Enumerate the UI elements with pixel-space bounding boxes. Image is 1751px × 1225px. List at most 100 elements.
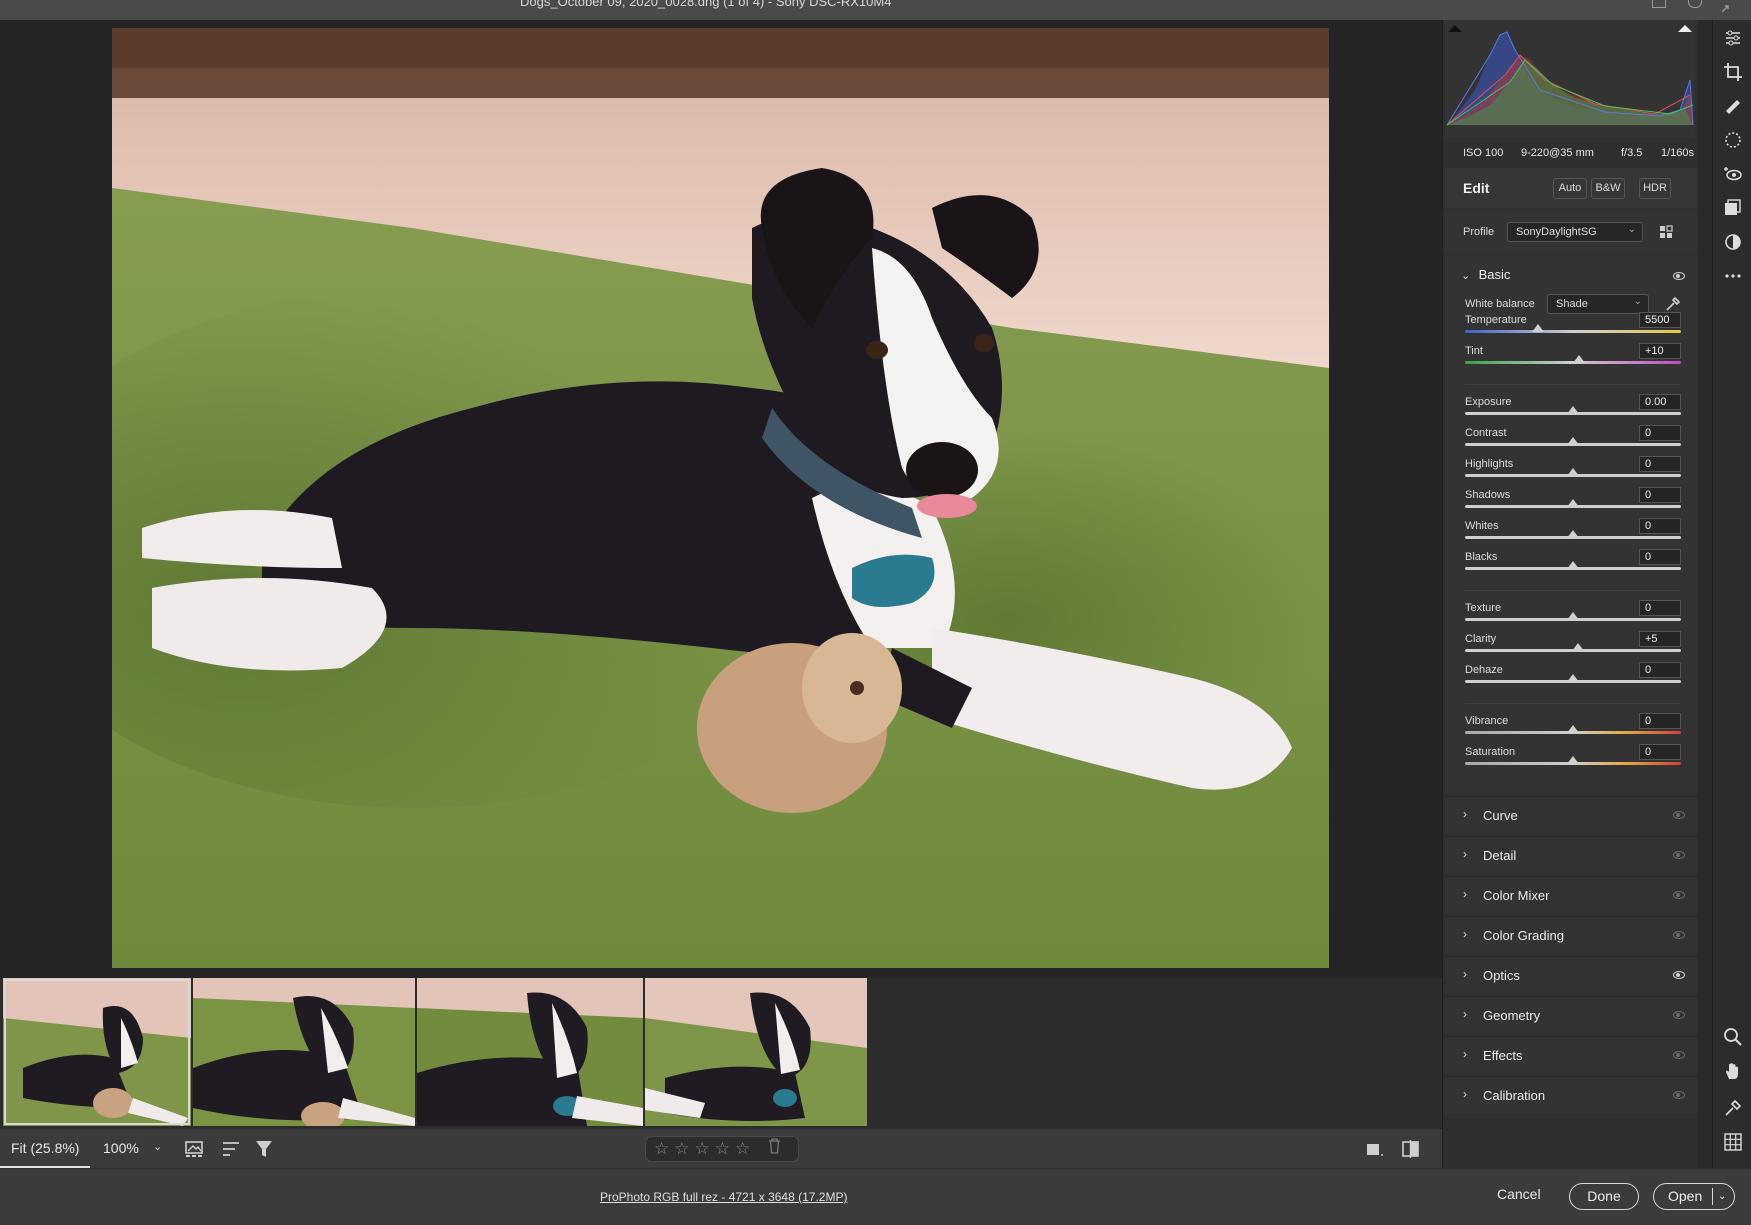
section-curve-eye-icon[interactable]	[1673, 811, 1685, 819]
texture-slider-handle[interactable]	[1567, 612, 1579, 620]
section-curve[interactable]: › Curve	[1445, 796, 1697, 834]
settings-icon[interactable]	[1688, 0, 1702, 8]
share-icon[interactable]	[1652, 0, 1666, 8]
contrast-slider-handle[interactable]	[1567, 437, 1579, 445]
saturation-label: Saturation	[1465, 746, 1516, 758]
section-optics-eye-icon[interactable]	[1673, 971, 1685, 979]
whites-slider-handle[interactable]	[1567, 530, 1579, 538]
temperature-slider-track[interactable]	[1465, 330, 1681, 333]
section-calibration[interactable]: › Calibration	[1445, 1076, 1697, 1114]
healing-brush-icon[interactable]	[1723, 96, 1743, 116]
whites-value-field[interactable]: 0	[1639, 518, 1681, 534]
single-view-icon[interactable]	[1364, 1139, 1386, 1159]
section-color-grading-eye-icon[interactable]	[1673, 931, 1685, 939]
edit-panel: ISO 100 9-220@35 mm f/3.5 1/160s Edit Au…	[1442, 20, 1698, 1168]
open-options-chevron-icon[interactable]: ⌄	[1718, 1184, 1726, 1209]
white-balance-select[interactable]: Shade ⌄	[1547, 294, 1649, 314]
crop-icon[interactable]	[1723, 62, 1743, 82]
clarity-slider-handle[interactable]	[1572, 643, 1585, 651]
zoom-dropdown-icon[interactable]: ⌄	[153, 1140, 162, 1153]
trash-icon[interactable]	[768, 1138, 781, 1154]
filmstrip-thumb-3[interactable]	[417, 978, 643, 1126]
temperature-value-field[interactable]: 5500	[1639, 312, 1681, 328]
section-effects[interactable]: › Effects	[1445, 1036, 1697, 1074]
hand-icon[interactable]	[1723, 1061, 1743, 1081]
section-effects-eye-icon[interactable]	[1673, 1051, 1685, 1059]
temperature-slider-handle[interactable]	[1532, 324, 1545, 332]
section-color-grading[interactable]: › Color Grading	[1445, 916, 1697, 954]
saturation-value-field[interactable]: 0	[1639, 744, 1681, 760]
filter-icon[interactable]	[254, 1139, 276, 1159]
open-button-label: Open	[1668, 1188, 1703, 1204]
profile-value: SonyDaylightSG	[1516, 226, 1597, 238]
title-bar: Dogs_October 09, 2020_0028.dng (1 of 4) …	[0, 0, 1751, 20]
masking-icon[interactable]	[1723, 130, 1743, 150]
section-color-mixer-eye-icon[interactable]	[1673, 891, 1685, 899]
filmstrip-thumb-1[interactable]	[3, 978, 191, 1126]
before-after-icon[interactable]	[1401, 1139, 1423, 1159]
section-optics-label: Optics	[1483, 968, 1520, 983]
shadows-slider-handle[interactable]	[1567, 499, 1579, 507]
filmstrip-thumb-2[interactable]	[193, 978, 415, 1126]
saturation-slider-handle[interactable]	[1567, 756, 1579, 764]
zoom-fit-button[interactable]: Fit (25.8%)	[0, 1129, 90, 1169]
section-color-mixer[interactable]: › Color Mixer	[1445, 876, 1697, 914]
vibrance-value-field[interactable]: 0	[1639, 713, 1681, 729]
snapshots-icon[interactable]	[1723, 198, 1743, 218]
auto-button[interactable]: Auto	[1553, 178, 1587, 199]
filmstrip-thumb-4[interactable]	[645, 978, 867, 1126]
exposure-slider-handle[interactable]	[1567, 406, 1579, 414]
contrast-value-field[interactable]: 0	[1639, 425, 1681, 441]
color-sampler-icon[interactable]	[1723, 1098, 1743, 1118]
image-canvas[interactable]	[0, 20, 1442, 980]
zoom-100-button[interactable]: 100%	[103, 1140, 139, 1156]
filmstrip-toggle-icon[interactable]	[185, 1139, 207, 1159]
shadows-value-field[interactable]: 0	[1639, 487, 1681, 503]
presets-icon[interactable]	[1723, 232, 1743, 252]
sort-icon[interactable]	[221, 1139, 243, 1159]
more-icon[interactable]	[1723, 266, 1743, 286]
blacks-value-field[interactable]: 0	[1639, 549, 1681, 565]
exposure-label: Exposure	[1465, 396, 1512, 408]
bw-button[interactable]: B&W	[1591, 178, 1625, 199]
highlights-value-field[interactable]: 0	[1639, 456, 1681, 472]
chevron-right-icon: ›	[1463, 887, 1467, 901]
exposure-value-field[interactable]: 0.00	[1639, 394, 1681, 410]
white-balance-value: Shade	[1556, 298, 1588, 310]
basic-section-header[interactable]: ⌄ Basic	[1461, 267, 1510, 282]
section-detail-eye-icon[interactable]	[1673, 851, 1685, 859]
grid-overlay-icon[interactable]	[1723, 1132, 1743, 1152]
cancel-button[interactable]: Cancel	[1497, 1186, 1541, 1202]
main-photo[interactable]	[112, 28, 1329, 968]
zoom-icon[interactable]	[1723, 1027, 1743, 1047]
open-button[interactable]: Open ⌄	[1653, 1183, 1735, 1210]
edit-sliders-icon[interactable]	[1723, 28, 1743, 48]
dehaze-value-field[interactable]: 0	[1639, 662, 1681, 678]
section-detail[interactable]: › Detail	[1445, 836, 1697, 874]
basic-visibility-eye-icon[interactable]	[1673, 272, 1685, 280]
section-geometry-eye-icon[interactable]	[1673, 1011, 1685, 1019]
texture-value-field[interactable]: 0	[1639, 600, 1681, 616]
vibrance-slider-handle[interactable]	[1567, 725, 1579, 733]
red-eye-icon[interactable]	[1723, 164, 1743, 184]
blacks-slider-handle[interactable]	[1567, 561, 1579, 569]
edit-title: Edit	[1463, 180, 1490, 196]
workflow-options-link[interactable]: ProPhoto RGB full rez - 4721 x 3648 (17.…	[600, 1190, 847, 1204]
slider-group-divider	[1465, 590, 1681, 591]
eyedropper-icon[interactable]	[1665, 296, 1681, 312]
section-optics[interactable]: › Optics	[1445, 956, 1697, 994]
hdr-button[interactable]: HDR	[1639, 178, 1671, 199]
tint-slider-handle[interactable]	[1573, 355, 1586, 363]
highlights-slider-handle[interactable]	[1567, 468, 1579, 476]
tint-value-field[interactable]: +10	[1639, 343, 1681, 359]
expand-icon[interactable]	[1720, 0, 1734, 13]
profile-browser-icon[interactable]	[1659, 225, 1675, 239]
histogram	[1445, 20, 1695, 138]
done-button[interactable]: Done	[1569, 1183, 1639, 1210]
profile-select[interactable]: SonyDaylightSG ⌄	[1507, 222, 1643, 242]
clarity-value-field[interactable]: +5	[1639, 631, 1681, 647]
section-calibration-label: Calibration	[1483, 1088, 1546, 1103]
dehaze-slider-handle[interactable]	[1567, 674, 1579, 682]
section-geometry[interactable]: › Geometry	[1445, 996, 1697, 1034]
section-calibration-eye-icon[interactable]	[1673, 1091, 1685, 1099]
